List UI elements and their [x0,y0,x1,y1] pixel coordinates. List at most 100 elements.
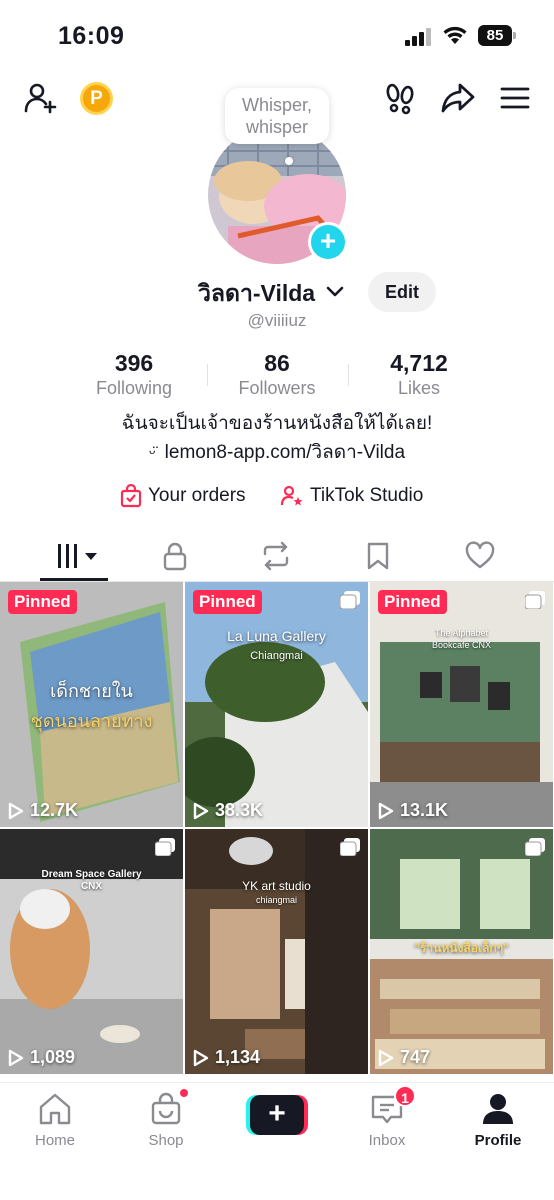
multi-photo-icon [340,838,360,856]
multi-photo-icon [525,838,545,856]
add-friend-icon[interactable] [22,80,58,116]
status-bar: 16:09 85 [0,0,554,72]
notification-dot [178,1087,190,1099]
view-count: 12.7K [8,800,78,821]
stat-value: 4,712 [390,350,448,376]
stat-label: Following [95,378,173,398]
video-caption: La Luna Gallery [227,628,326,644]
battery-indicator: 85 [478,25,516,46]
menu-icon[interactable] [497,80,533,116]
videos-grid-icon [58,544,97,568]
play-icon [193,802,209,819]
tab-liked[interactable] [450,536,510,576]
video-tile[interactable]: "ร้านหนังสือเล็กๆ" 747 [370,829,553,1074]
view-count: 38.3K [193,800,263,821]
tab-private[interactable] [145,536,205,576]
smile-link-icon: ᵕ̈ [148,443,156,462]
play-icon [378,1049,394,1066]
avatar[interactable]: + [208,126,352,264]
battery-level: 85 [478,25,512,46]
whisper-bubble[interactable]: Whisper, whisper [225,88,329,144]
multi-photo-icon [340,591,360,609]
video-tile[interactable]: Pinned La Luna Gallery Chiangmai 38.3K [185,582,368,827]
video-caption-line2: CNX [80,881,103,892]
view-count: 1,134 [193,1047,260,1068]
profile-shortcuts: Your orders TikTok Studio [0,482,554,512]
wifi-icon [443,26,467,44]
video-tile[interactable]: YK art studio chiangmai 1,134 [185,829,368,1074]
tiktok-studio-label: TikTok Studio [310,485,424,506]
profile-link[interactable]: ᵕ̈ lemon8-app.com/วิลดา-Vilda [0,439,554,467]
view-count: 13.1K [378,800,448,821]
stat-following[interactable]: 396 Following [64,350,204,400]
multi-photo-icon [525,591,545,609]
nav-label: Inbox [368,1132,406,1149]
nav-profile[interactable]: Profile [458,1091,538,1149]
stat-value: 396 [114,350,154,376]
create-button[interactable]: + [246,1095,308,1135]
video-tile[interactable]: Dream Space Gallery CNX 1,089 [0,829,183,1074]
repost-icon [263,541,289,571]
video-caption: YK art studio [242,879,311,893]
video-caption-line2: Bookcafe CNX [431,640,492,650]
video-caption: "ร้านหนังสือเล็กๆ" [414,941,509,955]
tiktok-studio-button[interactable]: TikTok Studio [280,482,423,510]
share-icon[interactable] [440,80,476,116]
display-name[interactable]: วิลดา-Vilda [198,276,315,312]
profile-tabs [0,532,554,582]
video-tile[interactable]: Pinned The Alphabet Bookcafe CNX 13.1K [370,582,553,827]
stat-likes[interactable]: 4,712 Likes [349,350,489,400]
active-tab-indicator [40,578,108,581]
tab-saved[interactable] [348,536,408,576]
play-icon [8,1049,24,1066]
nav-label: Home [34,1132,75,1149]
stat-value: 86 [264,350,290,376]
play-icon [193,1049,209,1066]
nav-label: Profile [474,1132,522,1149]
pinned-badge: Pinned [8,590,77,614]
stat-followers[interactable]: 86 Followers [207,350,347,400]
multi-photo-icon [155,838,175,856]
home-icon [39,1093,71,1125]
your-orders-button[interactable]: Your orders [120,482,246,510]
video-caption-line2: chiangmai [255,895,298,905]
stat-label: Likes [397,378,441,398]
view-count: 1,089 [8,1047,75,1068]
video-caption: Dream Space Gallery [41,869,142,880]
nav-home[interactable]: Home [15,1091,95,1149]
cellular-signal-icon [405,28,431,46]
nav-inbox[interactable]: Inbox 1 [347,1085,427,1149]
add-avatar-button[interactable]: + [308,222,348,262]
edit-profile-button[interactable]: Edit [368,272,436,312]
nav-shop[interactable]: Shop [126,1087,206,1149]
video-grid: Pinned เด็กชายใน ชุดนอนลายทาง 12.7K Pinn… [0,582,554,1078]
view-count: 747 [378,1047,430,1068]
bio-text: ฉันจะเป็นเจ้าของร้านหนังสือให้ได้เลย! [121,413,433,434]
your-orders-label: Your orders [148,485,246,506]
whisper-pointer [285,157,293,165]
inbox-badge: 1 [394,1085,416,1107]
footprint-icon[interactable] [382,80,418,116]
shopping-bag-check-icon [120,484,142,508]
play-icon [378,802,394,819]
video-caption: เด็กชายใน [50,681,133,701]
video-caption-line2: ชุดนอนลายทาง [30,711,153,731]
pinned-badge: Pinned [378,590,447,614]
coin-icon[interactable]: P [80,82,113,115]
nav-label: Shop [148,1132,184,1149]
username: @viiiiuz [247,311,307,330]
profile-icon [483,1094,513,1124]
status-time: 16:09 [58,22,125,50]
tab-reposts[interactable] [246,536,306,576]
chevron-down-icon[interactable] [326,286,344,298]
video-tile[interactable]: Pinned เด็กชายใน ชุดนอนลายทาง 12.7K [0,582,183,827]
pinned-badge: Pinned [193,590,262,614]
tab-videos[interactable] [44,536,104,576]
bottom-nav: Home Shop + Inbox 1 Profile [0,1082,554,1200]
whisper-line-1: Whisper, [241,95,313,115]
stat-label: Followers [238,378,316,398]
profile-link-text[interactable]: lemon8-app.com/วิลดา-Vilda [165,442,405,463]
play-icon [8,802,24,819]
name-row: วิลดา-Vilda Edit [0,272,554,312]
video-caption: The Alphabet [434,628,489,638]
